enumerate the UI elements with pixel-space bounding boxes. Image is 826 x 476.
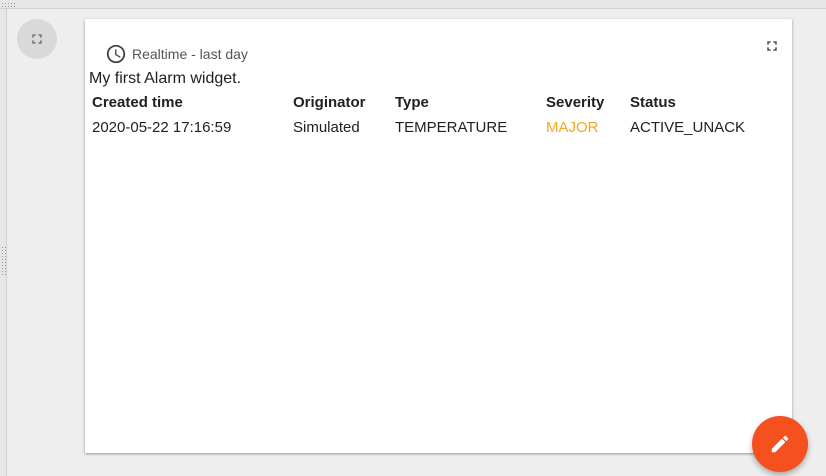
- widget-title: My first Alarm widget.: [89, 70, 242, 87]
- cell-status: ACTIVE_UNACK: [630, 119, 746, 136]
- timewindow-selector[interactable]: Realtime - last day: [105, 44, 248, 64]
- top-resize-strip: [0, 0, 826, 9]
- dashboard-page: Realtime - last day My first Alarm widge…: [0, 0, 826, 476]
- column-header-severity[interactable]: Severity: [546, 90, 604, 115]
- column-header-created-time[interactable]: Created time: [92, 90, 183, 115]
- left-resize-rail: [0, 9, 7, 476]
- drag-handle-icon[interactable]: [1, 246, 6, 276]
- edit-dashboard-button[interactable]: [752, 416, 808, 472]
- timewindow-label: Realtime - last day: [132, 46, 248, 62]
- alarm-table: Created time Originator Type Severity St…: [92, 90, 772, 140]
- widget-fullscreen-button[interactable]: [764, 38, 780, 54]
- fullscreen-icon: [767, 41, 777, 51]
- drag-handle-icon[interactable]: [1, 2, 17, 7]
- table-row[interactable]: 2020-05-22 17:16:59 Simulated TEMPERATUR…: [92, 115, 772, 140]
- column-header-originator[interactable]: Originator: [293, 90, 366, 115]
- clock-icon: [105, 43, 127, 65]
- cell-originator: Simulated: [293, 119, 360, 136]
- dashboard-fullscreen-button[interactable]: [17, 19, 57, 59]
- table-header-row: Created time Originator Type Severity St…: [92, 90, 772, 115]
- pencil-icon: [771, 435, 789, 453]
- cell-severity: MAJOR: [546, 119, 599, 136]
- cell-created-time: 2020-05-22 17:16:59: [92, 119, 232, 136]
- alarm-widget: Realtime - last day My first Alarm widge…: [85, 19, 792, 453]
- column-header-type[interactable]: Type: [395, 90, 429, 115]
- column-header-status[interactable]: Status: [630, 90, 676, 115]
- fullscreen-icon: [32, 34, 42, 44]
- cell-type: TEMPERATURE: [395, 119, 508, 136]
